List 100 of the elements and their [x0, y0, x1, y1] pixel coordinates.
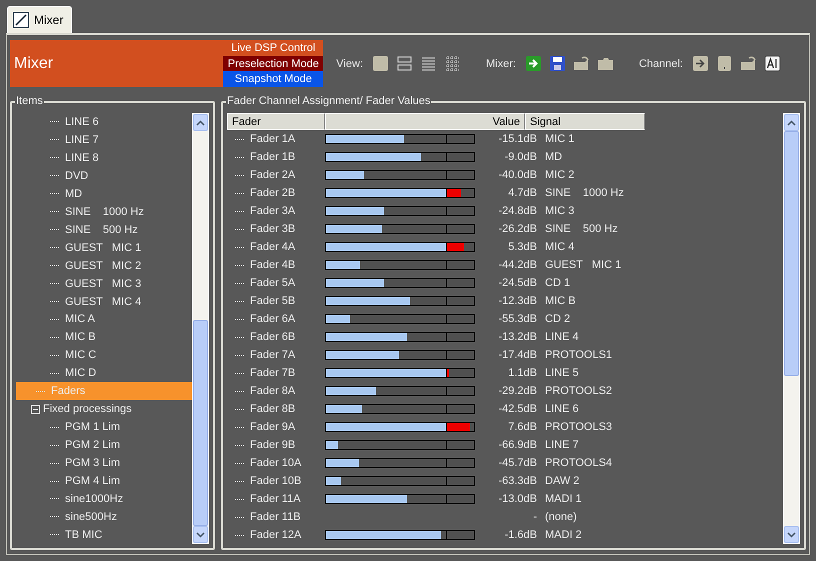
- fader-name: Fader 8B: [227, 403, 325, 415]
- fader-name: Fader 9B: [227, 439, 325, 451]
- scroll-up-icon[interactable]: [784, 114, 799, 131]
- fader-name: Fader 5A: [227, 277, 325, 289]
- scrollbar[interactable]: [192, 113, 209, 544]
- fader-name: Fader 3A: [227, 205, 325, 217]
- signal-name: MIC B: [544, 295, 576, 307]
- square-icon: [372, 55, 389, 72]
- fader-value: -40.0dB: [497, 169, 537, 181]
- fader-value: -45.7dB: [497, 457, 537, 469]
- signal-name: LINE 6: [544, 403, 579, 415]
- tree-item[interactable]: MD: [16, 184, 192, 203]
- signal-name: DAW 2: [544, 475, 580, 487]
- signal-name: MD: [544, 151, 562, 163]
- page-icon: [716, 55, 733, 72]
- toolbar-button[interactable]: [763, 54, 782, 73]
- tab[interactable]: Mixer: [7, 6, 72, 33]
- fader-value: -63.3dB: [497, 475, 537, 487]
- fader-value: -15.1dB: [497, 133, 537, 145]
- fader-name: Fader 6B: [227, 331, 325, 343]
- scroll-up-icon[interactable]: [193, 114, 208, 131]
- text-icon: [764, 55, 781, 72]
- fader-name: Fader 7A: [227, 349, 325, 361]
- column-header[interactable]: Fader: [227, 113, 325, 130]
- fader-name: Fader 2B: [227, 187, 325, 199]
- tree-item[interactable]: sine500Hz: [16, 508, 192, 526]
- scroll-thumb[interactable]: [193, 320, 208, 526]
- scroll-down-icon[interactable]: [784, 526, 799, 543]
- fader-value: -: [532, 511, 537, 523]
- header-title: Mixer: [13, 54, 54, 72]
- scrollbar[interactable]: [783, 113, 800, 544]
- fader-name: Fader 9A: [227, 421, 325, 433]
- toolbar-button[interactable]: [524, 54, 543, 73]
- signal-name: CD 2: [544, 313, 570, 325]
- scroll-down-icon[interactable]: [193, 526, 208, 543]
- fader-name: Fader 10B: [227, 475, 325, 487]
- rows-icon: [396, 55, 413, 72]
- tree-item[interactable]: PGM 2 Lim: [16, 436, 192, 454]
- tree-item[interactable]: SINE 1000 Hz: [16, 202, 192, 221]
- signal-name: MADI 1: [544, 493, 582, 505]
- tree-item[interactable]: LINE 8: [16, 148, 192, 167]
- signal-name: CD 1: [544, 277, 570, 289]
- signal-name: MIC 2: [544, 169, 574, 181]
- tree-item[interactable]: PGM 1 Lim: [16, 418, 192, 436]
- tree-item[interactable]: GUEST MIC 3: [16, 274, 192, 293]
- fader-name: Fader 5B: [227, 295, 325, 307]
- tree-item[interactable]: LINE 7: [16, 130, 192, 149]
- fader-name: Fader 1A: [227, 133, 325, 145]
- tree-item[interactable]: GUEST MIC 2: [16, 256, 192, 275]
- toolbar-label: View:: [336, 58, 363, 70]
- mode-button[interactable]: Snapshot Mode: [223, 71, 324, 88]
- group-title: Items: [15, 95, 44, 107]
- tree-item[interactable]: PGM 3 Lim: [16, 454, 192, 472]
- toolbar-button[interactable]: [548, 54, 567, 73]
- tree-item[interactable]: MIC A: [16, 310, 192, 328]
- signal-name: PROTOOLS2: [544, 385, 612, 397]
- grid-icon: [444, 55, 461, 72]
- fader-value: -26.2dB: [497, 223, 537, 235]
- column-header[interactable]: Signal: [525, 113, 645, 130]
- mode-button[interactable]: Preselection Mode: [223, 56, 324, 72]
- fader-name: Fader 7B: [227, 367, 325, 379]
- fader-name: Fader 11B: [227, 511, 325, 523]
- tree-item[interactable]: LINE 6: [16, 113, 192, 131]
- fader-value: -55.3dB: [497, 313, 537, 325]
- tree-item[interactable]: GUEST MIC 1: [16, 238, 192, 257]
- signal-name: MIC 3: [544, 205, 574, 217]
- tree-item[interactable]: MIC D: [16, 364, 192, 382]
- folder-icon: [596, 55, 614, 72]
- list-icon: [420, 55, 437, 72]
- fader-name: Fader 4B: [227, 259, 325, 271]
- fader-name: Fader 4A: [227, 241, 325, 253]
- scroll-thumb[interactable]: [784, 131, 799, 376]
- signal-name: PROTOOLS4: [544, 457, 612, 469]
- signal-name: MIC 1: [544, 133, 574, 145]
- fader-value: -1.6dB: [504, 529, 537, 541]
- tree-item[interactable]: DVD: [16, 166, 192, 185]
- tree-item[interactable]: TB MIC: [16, 526, 192, 544]
- collapse-icon[interactable]: [31, 404, 40, 414]
- fader-name: Fader 12A: [227, 529, 325, 541]
- tree-item[interactable]: PGM 4 Lim: [16, 472, 192, 490]
- tree-item[interactable]: Fixed processings: [16, 400, 192, 418]
- signal-name: SINE 500 Hz: [544, 223, 618, 235]
- column-header[interactable]: Value: [325, 113, 525, 130]
- signal-name: (none): [544, 511, 577, 523]
- tree-item[interactable]: MIC B: [16, 328, 192, 346]
- toolbar-label: Channel:: [638, 58, 683, 70]
- fader-value: -42.5dB: [497, 403, 537, 415]
- tree-item[interactable]: sine1000Hz: [16, 490, 192, 508]
- fader-name: Fader 2A: [227, 169, 325, 181]
- tree-item[interactable]: SINE 500 Hz: [16, 220, 192, 239]
- tree-item[interactable]: GUEST MIC 4: [16, 292, 192, 310]
- tree-item[interactable]: MIC C: [16, 346, 192, 364]
- folder-icon: [740, 55, 757, 72]
- folder-icon: [572, 55, 590, 72]
- fader-value: -17.4dB: [497, 349, 537, 361]
- fader-name: Fader 10A: [227, 457, 325, 469]
- save-icon: [548, 55, 566, 72]
- fader-value: 1.1dB: [507, 367, 537, 379]
- signal-name: LINE 5: [544, 367, 579, 379]
- fader-name: Fader 6A: [227, 313, 325, 325]
